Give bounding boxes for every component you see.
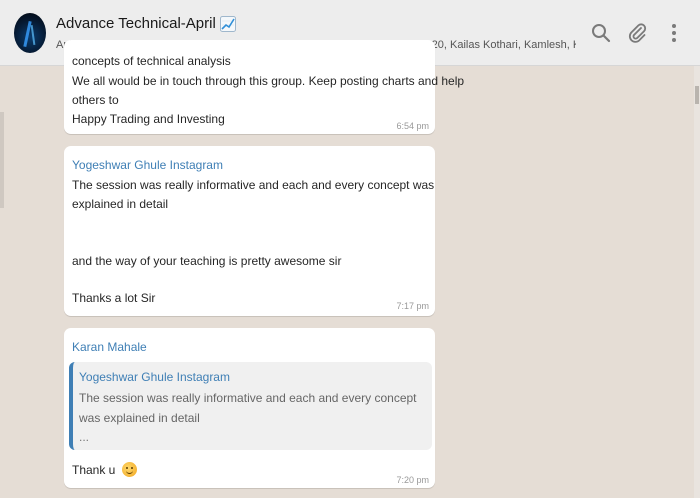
message-line: Thank u xyxy=(72,461,137,480)
group-avatar[interactable] xyxy=(14,13,46,53)
message-line: Happy Trading and Investing xyxy=(72,112,225,126)
quoted-message[interactable]: Yogeshwar Ghule Instagram The session wa… xyxy=(69,362,432,450)
quoted-sender: Yogeshwar Ghule Instagram xyxy=(79,370,230,384)
search-icon[interactable] xyxy=(590,22,612,44)
quoted-text: The session was really informative and e… xyxy=(79,391,417,425)
message-line: explained in detail xyxy=(72,197,169,211)
message-sender[interactable]: Yogeshwar Ghule Instagram xyxy=(72,158,223,172)
message-bubble[interactable]: Karan Mahale Yogeshwar Ghule Instagram T… xyxy=(64,328,435,488)
attach-icon[interactable] xyxy=(626,22,648,44)
group-title-text: Advance Technical-April xyxy=(56,15,216,32)
group-title[interactable]: Advance Technical-April xyxy=(56,15,236,32)
message-line: The session was really informative and e… xyxy=(72,178,435,192)
message-time: 6:54 pm xyxy=(396,121,429,131)
message-time: 7:17 pm xyxy=(396,301,429,311)
message-sender[interactable]: Karan Mahale xyxy=(72,340,147,354)
message-line: others to xyxy=(72,93,119,107)
quoted-ellipsis: ... xyxy=(79,430,90,444)
message-line: We all would be in touch through this gr… xyxy=(72,74,465,88)
message-text: Thank u xyxy=(72,463,116,477)
menu-icon[interactable] xyxy=(663,22,685,44)
scrollbar-thumb[interactable] xyxy=(695,86,699,104)
message-line: and the way of your teaching is pretty a… xyxy=(72,254,342,268)
smiling-face-emoji-icon xyxy=(121,462,137,477)
message-time: 7:20 pm xyxy=(396,475,429,485)
message-line: Thanks a lot Sir xyxy=(72,291,156,305)
chart-increasing-icon xyxy=(219,15,236,32)
message-line: concepts of technical analysis xyxy=(72,54,231,68)
chat-scrollbar[interactable] xyxy=(694,66,700,498)
message-bubble[interactable]: Yogeshwar Ghule Instagram The session wa… xyxy=(64,146,435,316)
sidebar-edge xyxy=(0,112,4,208)
message-bubble[interactable]: concepts of technical analysis We all wo… xyxy=(64,40,464,134)
